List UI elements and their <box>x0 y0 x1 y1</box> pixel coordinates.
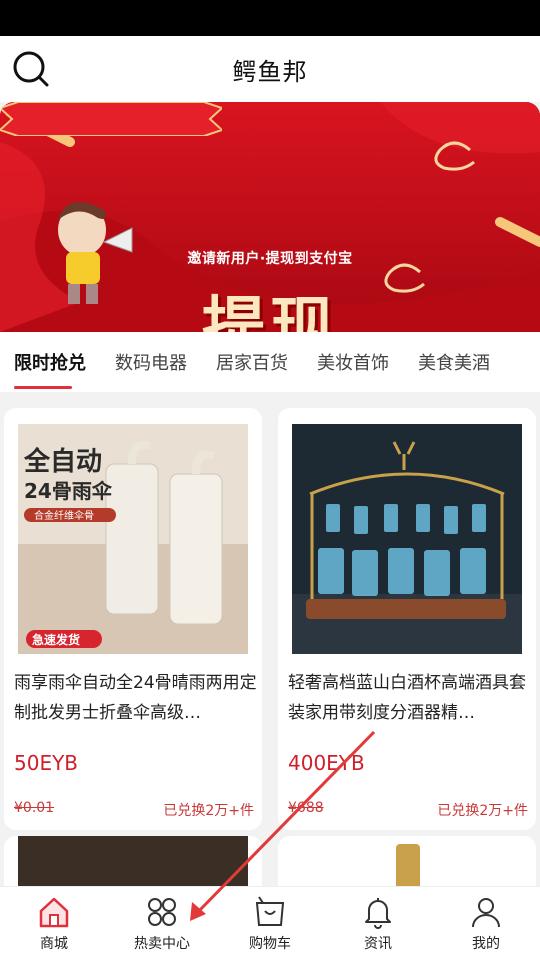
nav-label: 购物车 <box>249 936 291 952</box>
tab-flash-redeem[interactable]: 限时抢兑 <box>14 349 86 389</box>
product-image: 全自动 24骨雨伞 合金纤维伞骨 急速发货 <box>18 424 248 654</box>
image-text-sub: 24骨雨伞 <box>24 479 113 503</box>
user-icon <box>472 898 500 928</box>
nav-label: 我的 <box>472 936 500 952</box>
bottom-nav: 商城 热卖中心 购物车 资讯 我的 <box>0 886 540 960</box>
nav-item-me[interactable]: 我的 <box>432 887 540 960</box>
status-bar <box>0 0 540 36</box>
product-sold-count: 已兑换2万+件 <box>163 803 254 819</box>
product-original-price: ¥0.01 <box>14 800 55 816</box>
product-title: 雨享雨伞自动全24骨晴雨两用定制批发男士折叠伞高级… <box>14 673 257 723</box>
tab-beauty[interactable]: 美妆首饰 <box>317 349 389 375</box>
image-text-title: 全自动 <box>23 446 102 477</box>
nav-item-hot-sale[interactable]: 热卖中心 <box>108 887 216 960</box>
cart-icon <box>255 896 285 926</box>
image-text-tag: 合金纤维伞骨 <box>34 509 94 522</box>
nav-item-cart[interactable]: 购物车 <box>216 887 324 960</box>
banner-headline: 提现 <box>202 290 338 332</box>
image-text-badge: 急速发货 <box>32 632 80 647</box>
promo-banner[interactable]: 邀请新用户·提现到支付宝 提现 <box>0 102 540 332</box>
product-card[interactable]: 全自动 24骨雨伞 合金纤维伞骨 急速发货 雨享雨伞自动全24骨晴雨两用定制批发… <box>4 408 262 830</box>
product-price: 50EYB <box>14 751 79 775</box>
nav-item-mall[interactable]: 商城 <box>0 887 108 960</box>
banner-ribbon <box>0 102 222 136</box>
product-title: 轻奢高档蓝山白酒杯高端酒具套装家用带刻度分酒器精… <box>288 673 526 723</box>
product-original-price: ¥688 <box>288 800 324 816</box>
home-icon <box>39 897 69 928</box>
search-button[interactable] <box>12 50 50 88</box>
nav-label: 商城 <box>40 936 68 952</box>
category-tabs: 限时抢兑 数码电器 居家百货 美妆首饰 美食美酒 <box>0 332 540 392</box>
page-title: 鳄鱼邦 <box>232 57 308 86</box>
product-price: 400EYB <box>288 751 365 775</box>
product-sold-count: 已兑换2万+件 <box>437 803 528 819</box>
bell-icon <box>365 898 391 929</box>
tab-food-wine[interactable]: 美食美酒 <box>418 349 490 375</box>
nav-label: 热卖中心 <box>134 936 190 952</box>
banner-ribbon-text: 邀请新用户·提现到支付宝 <box>187 251 353 267</box>
product-card[interactable]: 轻奢高档蓝山白酒杯高端酒具套装家用带刻度分酒器精… 400EYB ¥688 已兑… <box>278 408 536 830</box>
grid-icon <box>148 898 176 926</box>
nav-item-news[interactable]: 资讯 <box>324 887 432 960</box>
tab-home-goods[interactable]: 居家百货 <box>216 349 288 375</box>
tab-digital[interactable]: 数码电器 <box>115 349 187 375</box>
top-bar: 鳄鱼邦 <box>0 36 540 102</box>
nav-label: 资讯 <box>364 936 392 952</box>
product-image <box>292 424 522 654</box>
search-icon <box>13 51 49 87</box>
